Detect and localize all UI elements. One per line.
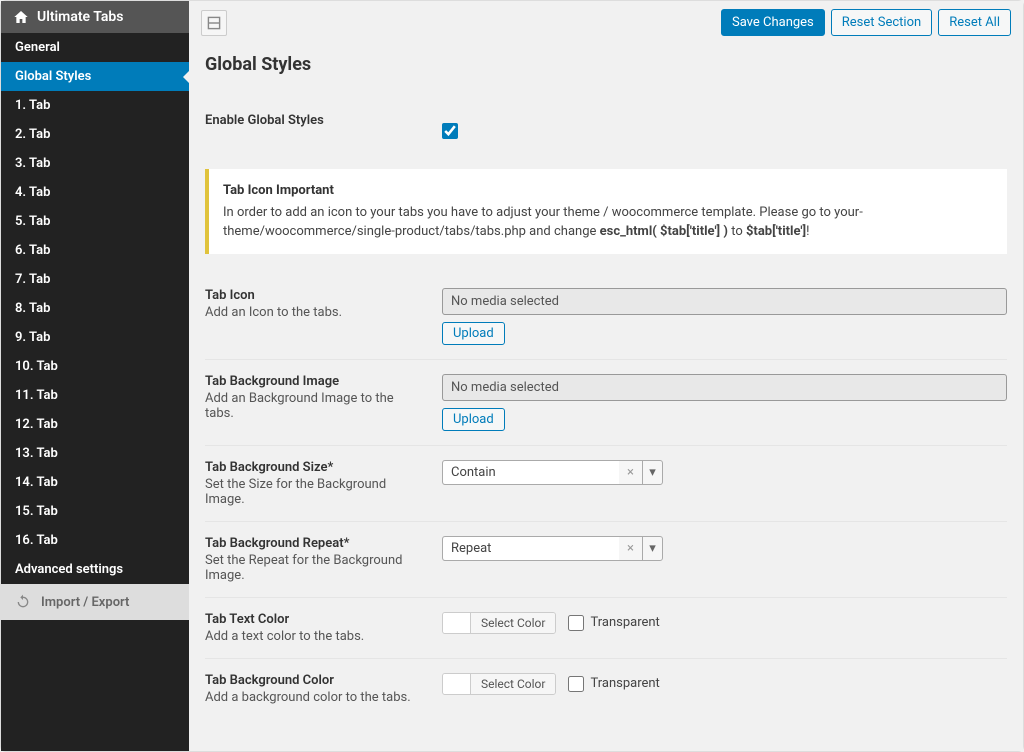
sidebar-item-5[interactable]: 4. Tab [1, 178, 189, 207]
enable-checkbox[interactable] [442, 123, 458, 139]
select-color-button[interactable]: Select Color [471, 674, 555, 694]
sidebar-item-16[interactable]: 15. Tab [1, 497, 189, 526]
tab-bg-size-select[interactable]: Contain × ▾ [442, 460, 663, 485]
sidebar-item-3[interactable]: 2. Tab [1, 120, 189, 149]
sidebar-header: Ultimate Tabs [1, 1, 189, 33]
tab-icon-media: No media selected [442, 288, 1007, 315]
tab-bg-size-label: Tab Background Size* [205, 460, 422, 475]
expand-button[interactable] [201, 10, 227, 36]
content: Global Styles Enable Global Styles Tab I… [189, 44, 1023, 751]
reset-section-button[interactable]: Reset Section [831, 9, 932, 36]
chevron-down-icon[interactable]: ▾ [642, 537, 662, 560]
sidebar-import-export[interactable]: Import / Export [1, 584, 189, 620]
color-swatch [443, 674, 471, 694]
app-title: Ultimate Tabs [37, 9, 123, 25]
tab-bg-color-picker[interactable]: Select Color [442, 673, 556, 695]
info-excl: ! [806, 224, 809, 239]
sidebar-item-13[interactable]: 12. Tab [1, 410, 189, 439]
info-title: Tab Icon Important [223, 181, 993, 201]
clear-icon[interactable]: × [619, 537, 642, 560]
import-export-label: Import / Export [41, 595, 129, 610]
tab-text-color-picker[interactable]: Select Color [442, 612, 556, 634]
tab-icon-desc: Add an Icon to the tabs. [205, 305, 422, 320]
tab-text-color-transparent-checkbox[interactable] [568, 615, 584, 631]
reset-all-button[interactable]: Reset All [938, 9, 1011, 36]
sidebar-item-17[interactable]: 16. Tab [1, 526, 189, 555]
chevron-down-icon[interactable]: ▾ [642, 461, 662, 484]
sidebar-item-6[interactable]: 5. Tab [1, 207, 189, 236]
tab-bg-image-label: Tab Background Image [205, 374, 422, 389]
sidebar: Ultimate Tabs GeneralGlobal Styles1. Tab… [1, 1, 189, 751]
tab-text-color-desc: Add a text color to the tabs. [205, 629, 422, 644]
tab-bg-repeat-value: Repeat [443, 537, 619, 560]
home-icon [13, 9, 29, 25]
tab-bg-color-transparent-checkbox[interactable] [568, 676, 584, 692]
sidebar-item-15[interactable]: 14. Tab [1, 468, 189, 497]
tab-bg-color-desc: Add a background color to the tabs. [205, 690, 422, 705]
sidebar-item-1[interactable]: Global Styles [1, 62, 189, 91]
main: Save Changes Reset Section Reset All Glo… [189, 1, 1023, 751]
info-code-1: esc_html( $tab['title'] ) [600, 224, 728, 239]
clear-icon[interactable]: × [619, 461, 642, 484]
info-box: Tab Icon Important In order to add an ic… [205, 169, 1007, 254]
tab-bg-color-label: Tab Background Color [205, 673, 422, 688]
color-swatch [443, 613, 471, 633]
expand-icon [207, 16, 221, 30]
sidebar-item-10[interactable]: 9. Tab [1, 323, 189, 352]
tab-icon-label: Tab Icon [205, 288, 422, 303]
sidebar-item-14[interactable]: 13. Tab [1, 439, 189, 468]
sidebar-item-0[interactable]: General [1, 33, 189, 62]
tab-icon-upload-button[interactable]: Upload [442, 322, 505, 345]
info-code-2: $tab['title'] [746, 224, 806, 239]
sidebar-item-8[interactable]: 7. Tab [1, 265, 189, 294]
tab-bg-size-value: Contain [443, 461, 619, 484]
tab-bg-repeat-select[interactable]: Repeat × ▾ [442, 536, 663, 561]
refresh-icon [15, 594, 31, 610]
tab-bg-image-desc: Add an Background Image to the tabs. [205, 391, 422, 421]
select-color-button[interactable]: Select Color [471, 613, 555, 633]
transparent-label: Transparent [590, 676, 659, 691]
page-title: Global Styles [205, 54, 1007, 75]
transparent-label: Transparent [590, 615, 659, 630]
tab-text-color-label: Tab Text Color [205, 612, 422, 627]
tab-bg-repeat-label: Tab Background Repeat* [205, 536, 422, 551]
tab-bg-image-upload-button[interactable]: Upload [442, 408, 505, 431]
info-to: to [728, 224, 746, 239]
sidebar-item-9[interactable]: 8. Tab [1, 294, 189, 323]
tab-bg-repeat-desc: Set the Repeat for the Background Image. [205, 553, 422, 583]
topbar: Save Changes Reset Section Reset All [189, 1, 1023, 44]
sidebar-item-18[interactable]: Advanced settings [1, 555, 189, 584]
sidebar-item-12[interactable]: 11. Tab [1, 381, 189, 410]
tab-bg-image-media: No media selected [442, 374, 1007, 401]
sidebar-item-2[interactable]: 1. Tab [1, 91, 189, 120]
tab-bg-size-desc: Set the Size for the Background Image. [205, 477, 422, 507]
sidebar-item-7[interactable]: 6. Tab [1, 236, 189, 265]
enable-label: Enable Global Styles [205, 113, 422, 128]
sidebar-item-4[interactable]: 3. Tab [1, 149, 189, 178]
sidebar-item-11[interactable]: 10. Tab [1, 352, 189, 381]
save-button[interactable]: Save Changes [721, 9, 825, 36]
